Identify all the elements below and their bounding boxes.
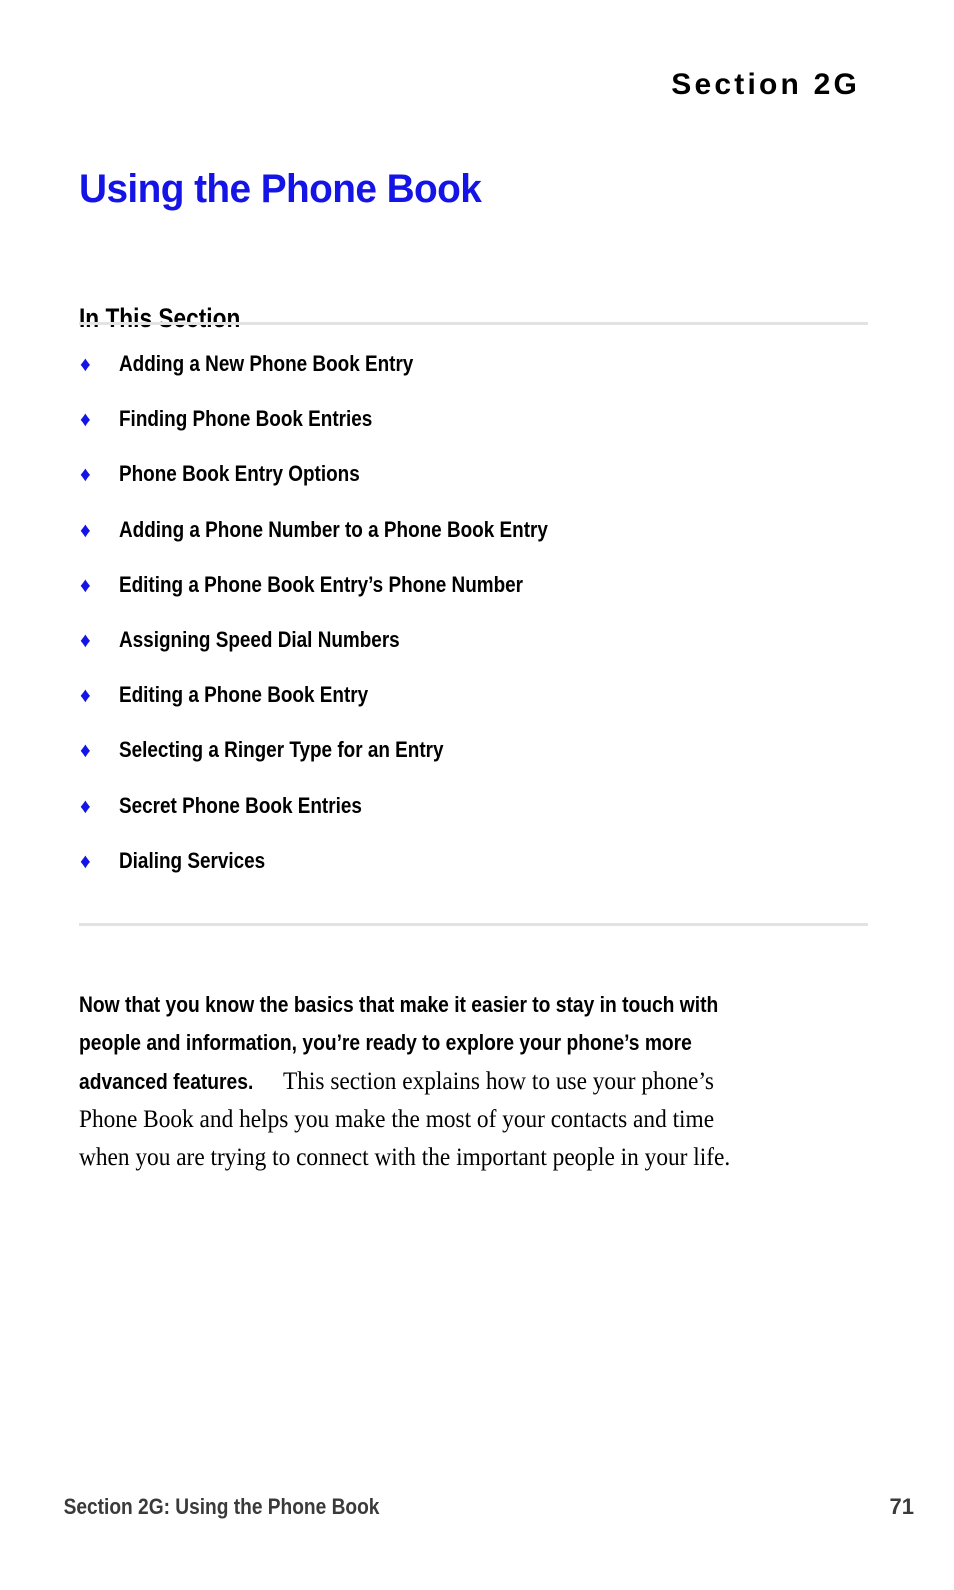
diamond-bullet-icon: ♦ <box>80 573 91 597</box>
intro-line-3: advanced features. This section explains… <box>79 1062 879 1100</box>
divider-bottom <box>79 923 868 926</box>
list-item[interactable]: ♦ Editing a Phone Book Entry <box>79 681 879 736</box>
diamond-bullet-icon: ♦ <box>80 794 91 818</box>
list-item-label: Phone Book Entry Options <box>119 461 360 487</box>
page-footer: Section 2G: Using the Phone Book 71 <box>40 1494 914 1520</box>
list-item-label: Selecting a Ringer Type for an Entry <box>119 737 444 763</box>
list-item-label: Finding Phone Book Entries <box>119 406 373 432</box>
list-item[interactable]: ♦ Secret Phone Book Entries <box>79 792 879 847</box>
diamond-bullet-icon: ♦ <box>80 739 91 763</box>
intro-bold-text: advanced features. <box>79 1069 254 1094</box>
list-item-label: Assigning Speed Dial Numbers <box>119 626 400 652</box>
list-item[interactable]: ♦ Editing a Phone Book Entry’s Phone Num… <box>79 571 879 626</box>
divider-top <box>79 322 868 325</box>
diamond-bullet-icon: ♦ <box>80 518 91 542</box>
intro-bold-text: people and information, you’re ready to … <box>79 1030 692 1055</box>
intro-paragraph: Now that you know the basics that make i… <box>79 986 879 1176</box>
list-item-label: Secret Phone Book Entries <box>119 792 362 818</box>
list-item[interactable]: ♦ Phone Book Entry Options <box>79 460 879 515</box>
page-title: Using the Phone Book <box>79 166 482 211</box>
intro-line-1: Now that you know the basics that make i… <box>79 986 879 1024</box>
diamond-bullet-icon: ♦ <box>80 408 91 432</box>
list-item-label: Editing a Phone Book Entry <box>119 682 369 708</box>
diamond-bullet-icon: ♦ <box>80 849 91 873</box>
list-item[interactable]: ♦ Dialing Services <box>79 847 879 902</box>
list-item[interactable]: ♦ Selecting a Ringer Type for an Entry <box>79 736 879 791</box>
page-canvas: Section 2G Using the Phone Book In This … <box>0 0 954 1590</box>
intro-line-5: when you are trying to connect with the … <box>79 1138 879 1176</box>
diamond-bullet-icon: ♦ <box>80 628 91 652</box>
intro-serif-text: when you are trying to connect with the … <box>79 1142 731 1171</box>
intro-line-2: people and information, you’re ready to … <box>79 1024 879 1062</box>
in-this-section-heading: In This Section <box>79 303 241 334</box>
list-item-label: Adding a New Phone Book Entry <box>119 351 414 376</box>
list-item[interactable]: ♦ Adding a Phone Number to a Phone Book … <box>79 516 879 571</box>
list-item-label: Editing a Phone Book Entry’s Phone Numbe… <box>119 571 524 597</box>
intro-line-4: Phone Book and helps you make the most o… <box>79 1100 879 1138</box>
intro-bold-text: Now that you know the basics that make i… <box>79 992 719 1017</box>
list-item-label: Adding a Phone Number to a Phone Book En… <box>119 516 548 542</box>
list-item-label: Dialing Services <box>119 847 266 873</box>
intro-serif-text: Phone Book and helps you make the most o… <box>79 1104 715 1133</box>
diamond-bullet-icon: ♦ <box>80 463 91 487</box>
list-item[interactable]: ♦ Adding a New Phone Book Entry <box>79 350 879 405</box>
intro-serif-text: This section explains how to use your ph… <box>282 1066 714 1095</box>
list-item[interactable]: ♦ Assigning Speed Dial Numbers <box>79 626 879 681</box>
in-this-section-list: ♦ Adding a New Phone Book Entry ♦ Findin… <box>79 350 879 902</box>
diamond-bullet-icon: ♦ <box>80 684 91 708</box>
section-eyebrow: Section 2G <box>671 68 860 101</box>
footer-section-label: Section 2G: Using the Phone Book <box>63 1494 380 1519</box>
diamond-bullet-icon: ♦ <box>80 353 91 376</box>
list-item[interactable]: ♦ Finding Phone Book Entries <box>79 405 879 460</box>
footer-page-number: 71 <box>889 1494 914 1519</box>
